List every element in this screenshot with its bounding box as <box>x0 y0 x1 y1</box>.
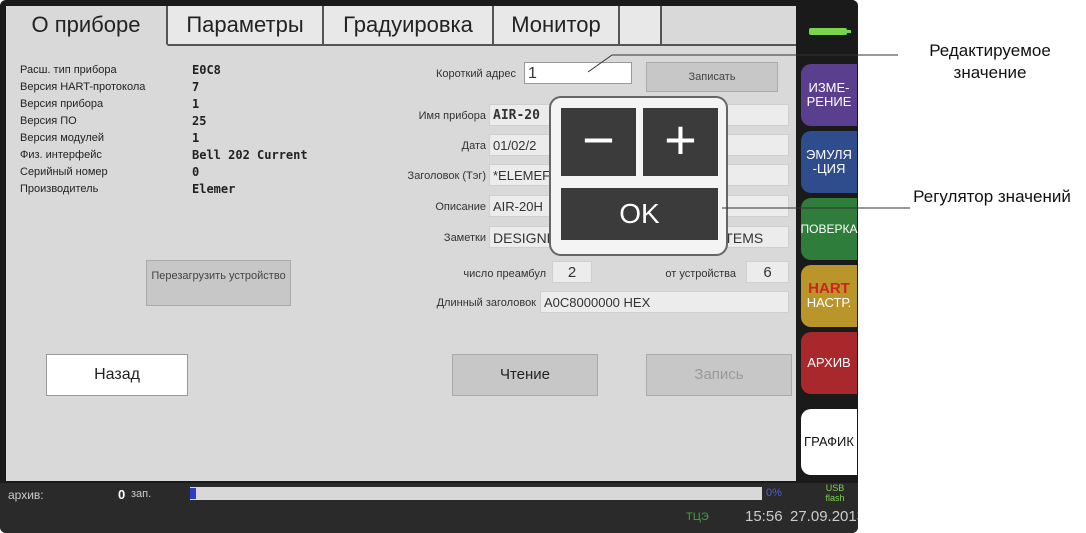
callout-value-regulator: Регулятор значений <box>913 187 1071 206</box>
editable-value-pointer-short <box>587 54 613 73</box>
callout-editable-value: Редактируемое значение <box>929 41 1051 82</box>
